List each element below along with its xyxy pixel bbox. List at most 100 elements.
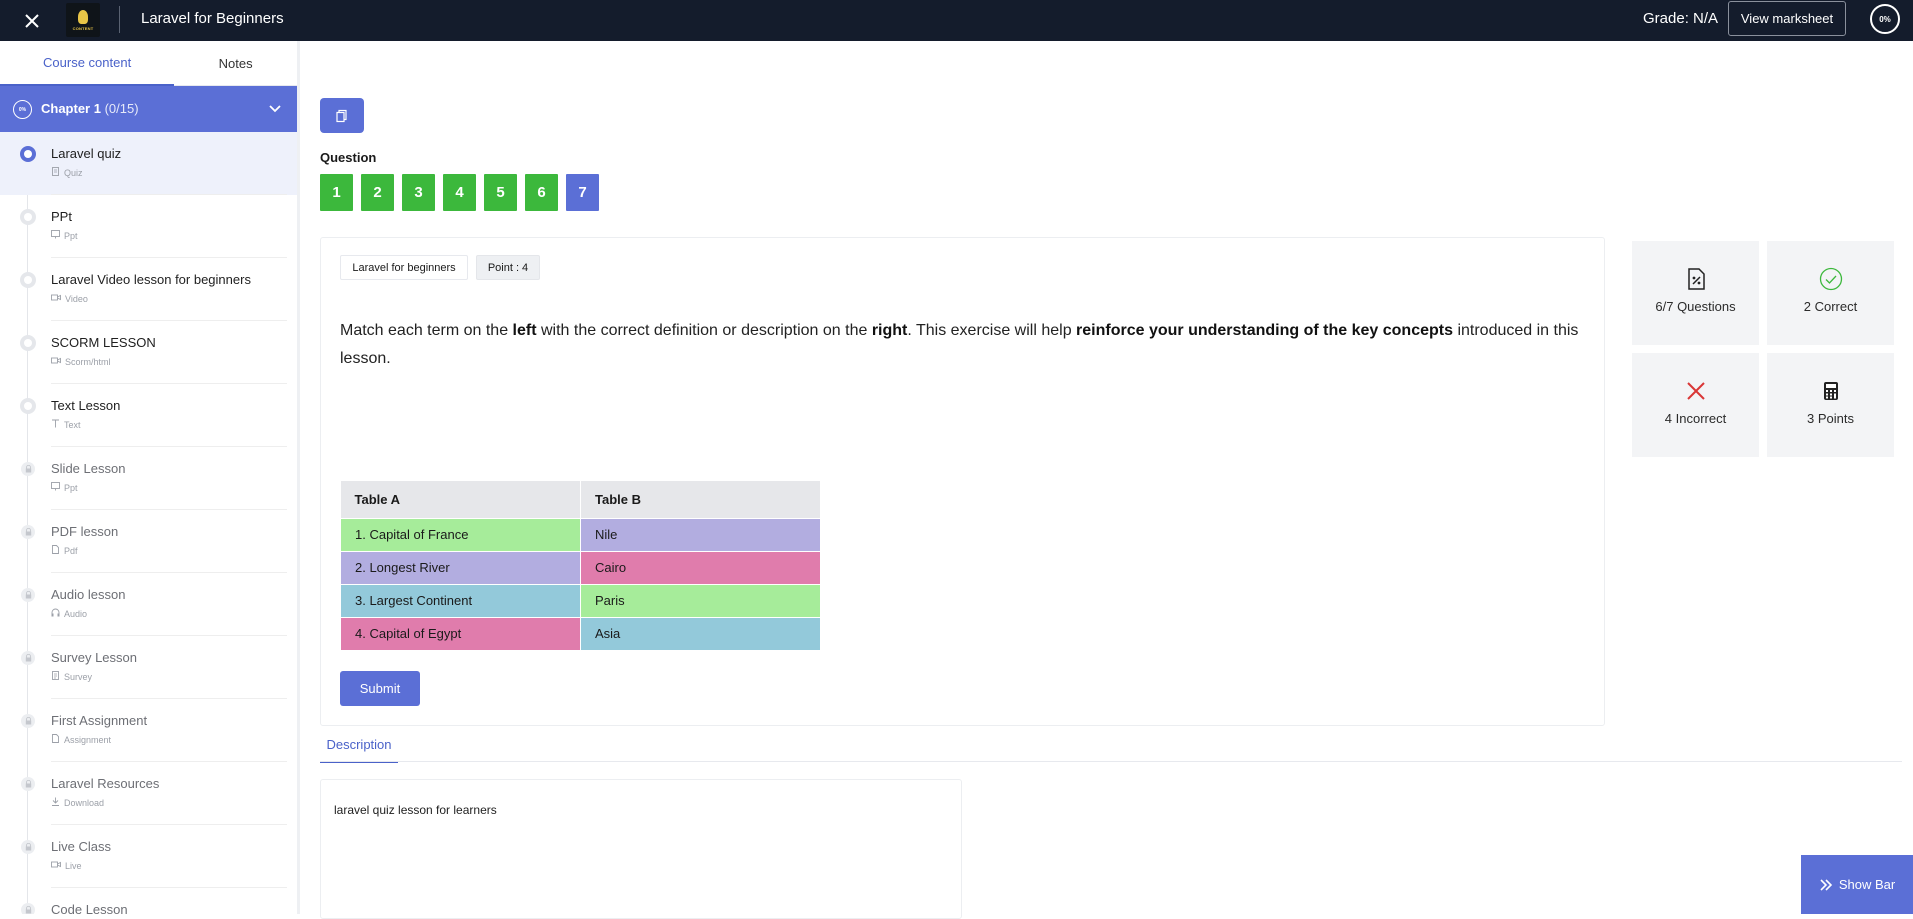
lesson-item[interactable]: Laravel Video lesson for beginners Video	[0, 258, 297, 321]
chapter-progress-ring: 0%	[13, 100, 32, 119]
lesson-type-label: Text	[64, 419, 81, 430]
text-segment: . This exercise will help	[907, 322, 1077, 339]
lesson-name: Audio lesson	[51, 587, 126, 602]
lesson-item[interactable]: SCORM LESSON Scorm/html	[0, 321, 297, 384]
question-number-button[interactable]: 4	[443, 174, 476, 211]
bulb-icon	[78, 9, 88, 24]
lesson-status-dot	[20, 209, 36, 225]
sidebar: Course content Notes 0% Chapter 1 (0/15)…	[0, 41, 300, 914]
question-number-button[interactable]: 5	[484, 174, 517, 211]
emphasized-text: left	[512, 322, 537, 339]
lesson-item[interactable]: First Assignment Assignment	[0, 699, 297, 762]
lesson-name: Laravel quiz	[51, 146, 122, 161]
show-bar-button[interactable]: Show Bar	[1801, 855, 1913, 914]
lesson-type: Survey	[51, 671, 92, 682]
lesson-name: SCORM LESSON	[51, 335, 156, 350]
top-bar: CONTENT Laravel for Beginners Grade: N/A…	[0, 0, 1913, 41]
table-b-item[interactable]: Paris	[580, 583, 821, 618]
lesson-name: First Assignment	[51, 713, 148, 728]
table-a-header: Table A	[340, 481, 581, 518]
table-b-item[interactable]: Asia	[580, 616, 821, 651]
lesson-item[interactable]: PPt Ppt	[0, 195, 297, 258]
stat-incorrect: 4 Incorrect	[1632, 353, 1759, 457]
question-number-button[interactable]: 2	[361, 174, 394, 211]
lesson-item[interactable]: Laravel quiz Quiz	[0, 132, 297, 195]
tab-notes[interactable]: Notes	[174, 41, 297, 86]
stat-correct-label: 2 Correct	[1803, 299, 1858, 314]
question-navigator: 1234567	[320, 174, 599, 211]
lesson-type-label: Ppt	[64, 230, 78, 241]
question-number-button[interactable]: 6	[525, 174, 558, 211]
double-chevron-right-icon	[1820, 878, 1832, 891]
lesson-item[interactable]: Code Lesson	[0, 888, 297, 914]
lesson-item[interactable]: Laravel Resources Download	[0, 762, 297, 825]
table-row: 1. Capital of France Nile	[340, 517, 821, 552]
lesson-name: PDF lesson	[51, 524, 119, 539]
lesson-type-label: Audio	[64, 608, 88, 619]
lock-icon	[21, 903, 35, 914]
stat-points-label: 3 Points	[1807, 411, 1854, 426]
headphones-icon	[51, 608, 60, 619]
check-circle-icon	[1819, 267, 1843, 291]
lesson-item[interactable]: Survey Lesson Survey	[0, 636, 297, 699]
tab-description[interactable]: Description	[320, 728, 398, 763]
table-row: 3. Largest Continent Paris	[340, 583, 821, 618]
lesson-type-label: Download	[64, 797, 105, 808]
lesson-type: Scorm/html	[51, 356, 111, 367]
lesson-type-label: Live	[65, 860, 82, 871]
table-a-item[interactable]: 4. Capital of Egypt	[340, 616, 581, 651]
tab-course-content[interactable]: Course content	[0, 41, 175, 86]
table-a-item[interactable]: 1. Capital of France	[340, 517, 581, 552]
table-row: 4. Capital of Egypt Asia	[340, 616, 821, 651]
lesson-name: Live Class	[51, 839, 111, 854]
stat-questions: 6/7 Questions	[1632, 241, 1759, 345]
course-title: Laravel for Beginners	[141, 10, 284, 27]
lesson-status-dot	[20, 398, 36, 414]
lesson-name: Survey Lesson	[51, 650, 137, 665]
view-marksheet-button[interactable]: View marksheet	[1728, 1, 1846, 36]
lesson-name: Code Lesson	[51, 902, 128, 914]
matching-table: Table A Table B 1. Capital of France Nile…	[340, 481, 821, 651]
lesson-type-label: Quiz	[64, 167, 83, 178]
table-b-header: Table B	[580, 481, 821, 518]
x-icon	[1685, 380, 1707, 402]
table-b-item[interactable]: Cairo	[580, 550, 821, 585]
show-bar-label: Show Bar	[1838, 877, 1896, 892]
submit-button[interactable]: Submit	[340, 671, 420, 706]
slides-icon	[51, 482, 60, 493]
lock-icon	[21, 714, 35, 728]
question-number-button[interactable]: 3	[402, 174, 435, 211]
percent-file-icon	[1686, 268, 1706, 290]
lesson-name: Laravel Resources	[51, 776, 160, 791]
question-card: Laravel for beginners Point : 4 Match ea…	[320, 237, 1605, 726]
chapter-count: (0/15)	[104, 101, 139, 116]
table-a-item[interactable]: 3. Largest Continent	[340, 583, 581, 618]
question-text: Match each term on the left with the cor…	[340, 317, 1590, 373]
quiz-icon	[51, 167, 60, 178]
lesson-item[interactable]: Slide Lesson Ppt	[0, 447, 297, 510]
lesson-item[interactable]: Text Lesson Text	[0, 384, 297, 447]
lesson-type-label: Scorm/html	[65, 356, 111, 367]
close-icon	[25, 14, 39, 28]
text-icon	[51, 419, 60, 430]
lesson-name: Text Lesson	[51, 398, 121, 413]
lesson-item[interactable]: Audio lesson Audio	[0, 573, 297, 636]
table-a-item[interactable]: 2. Longest River	[340, 550, 581, 585]
text-segment: with the correct definition or descripti…	[536, 322, 872, 339]
lesson-item[interactable]: Live Class Live	[0, 825, 297, 888]
site-logo[interactable]: CONTENT	[66, 3, 100, 37]
lesson-item[interactable]: PDF lesson Pdf	[0, 510, 297, 573]
points-chip: Point : 4	[476, 255, 540, 280]
copy-icon	[336, 109, 347, 122]
lesson-type: Download	[51, 797, 104, 808]
close-button[interactable]	[18, 7, 46, 35]
question-number-button[interactable]: 7	[566, 174, 599, 211]
question-number-button[interactable]: 1	[320, 174, 353, 211]
current-lesson-dot	[20, 146, 36, 162]
copy-button[interactable]	[320, 98, 364, 133]
chapter-title: Chapter 1 (0/15)	[41, 101, 139, 116]
chapter-header[interactable]: 0% Chapter 1 (0/15)	[0, 86, 297, 132]
main-content: Question 1234567 Laravel for beginners P…	[303, 41, 1913, 919]
lock-icon	[21, 462, 35, 476]
table-b-item[interactable]: Nile	[580, 517, 821, 552]
